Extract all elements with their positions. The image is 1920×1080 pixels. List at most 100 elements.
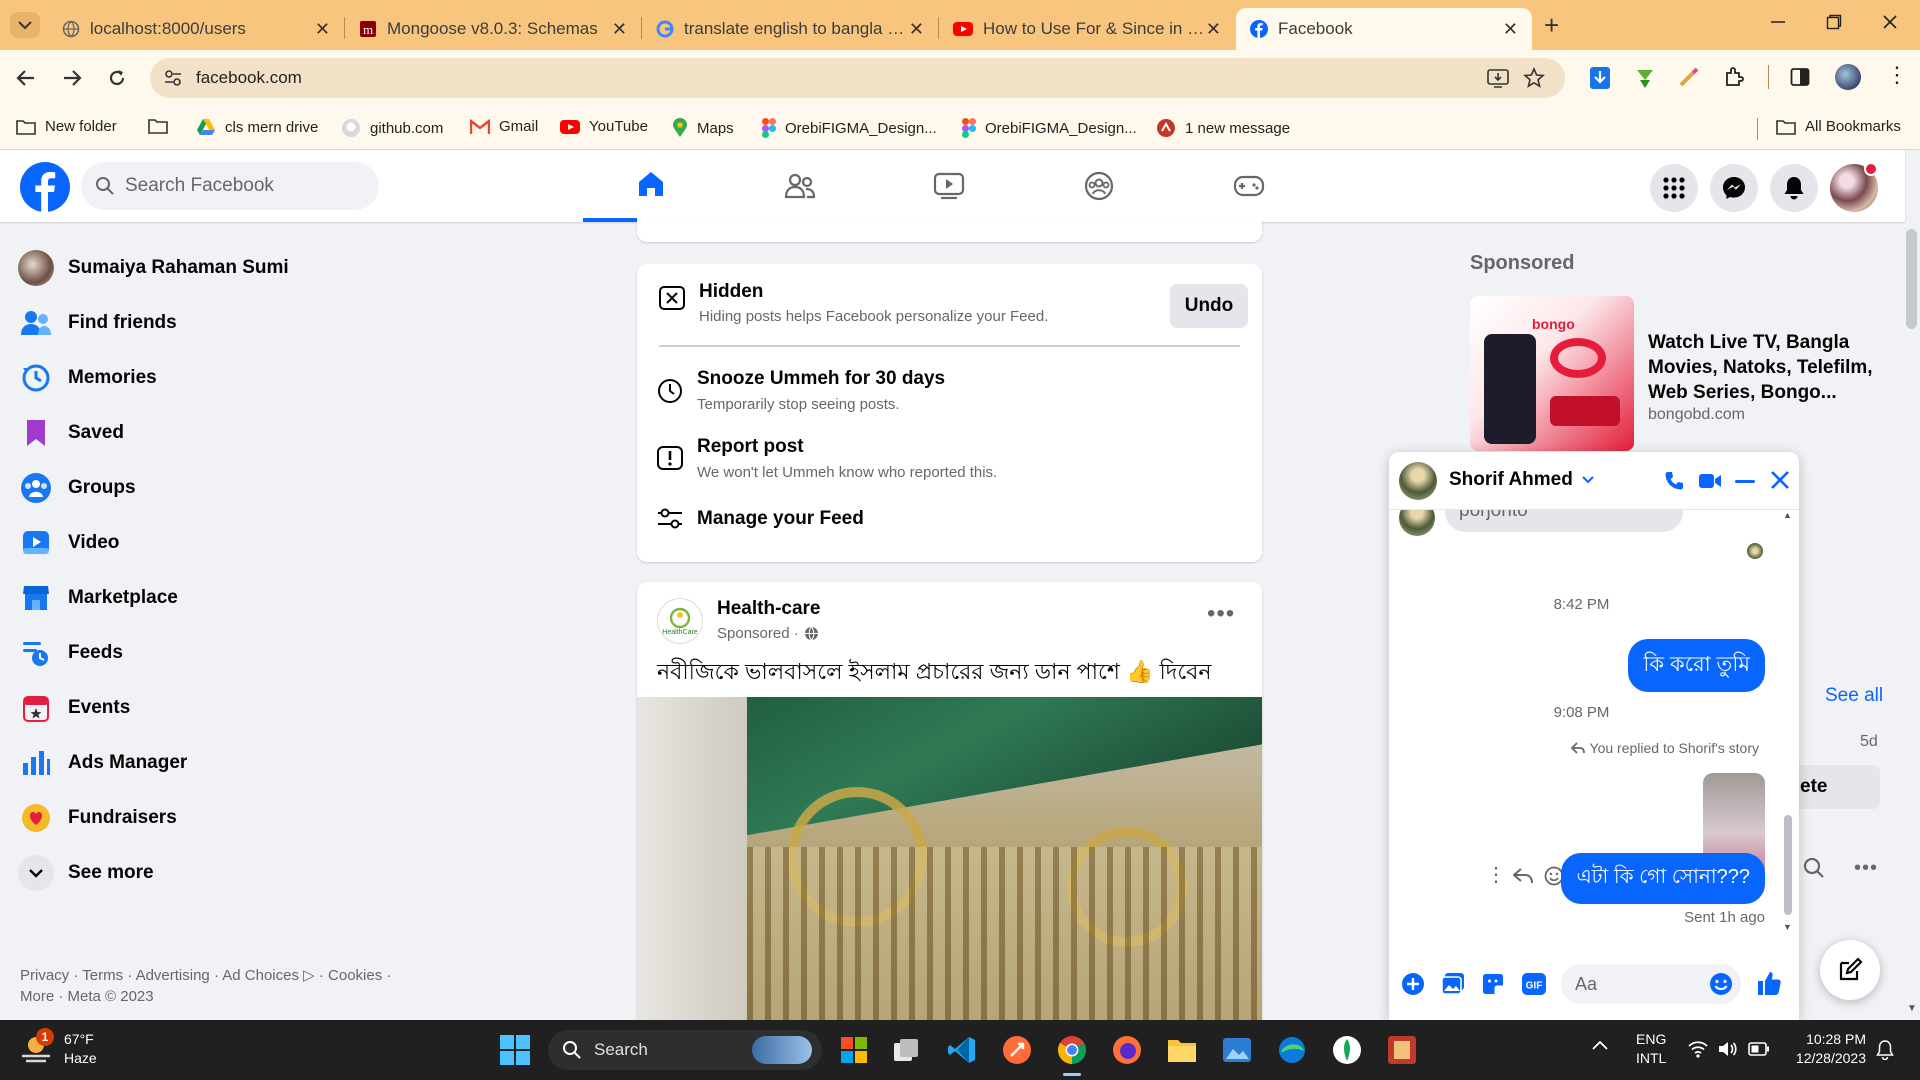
taskbar-task-view[interactable] — [889, 1032, 925, 1068]
tab-search-button[interactable] — [10, 12, 40, 38]
scroll-down-arrow[interactable]: ▼ — [1907, 1003, 1917, 1014]
post-image[interactable] — [637, 697, 1262, 1020]
address-bar[interactable]: facebook.com — [150, 58, 1565, 98]
taskbar-app-store[interactable] — [836, 1032, 872, 1068]
taskbar-app[interactable] — [1384, 1032, 1420, 1068]
color-picker-extension-icon[interactable] — [1678, 66, 1700, 88]
extensions-icon[interactable] — [1723, 66, 1745, 88]
page-scrollbar-track[interactable]: ▲ ▼ — [1903, 225, 1920, 1020]
contacts-options-button[interactable]: ••• — [1854, 858, 1878, 878]
new-tab-button[interactable]: + — [1544, 10, 1559, 41]
close-icon[interactable]: ✕ — [1206, 19, 1221, 40]
sidebar-see-more[interactable]: See more — [18, 848, 154, 898]
bookmark-item[interactable]: OrebiFIGMA_Design... — [762, 118, 937, 138]
nav-gaming[interactable] — [1181, 150, 1317, 222]
minimize-button[interactable] — [1770, 14, 1786, 30]
close-icon[interactable]: ✕ — [315, 19, 330, 40]
footer-links[interactable]: Privacy · Terms · Advertising · Ad Choic… — [20, 965, 391, 1007]
close-icon[interactable]: ✕ — [612, 19, 627, 40]
bookmark-item[interactable]: cls mern drive — [196, 118, 318, 136]
close-window-button[interactable] — [1882, 14, 1898, 30]
emoji-button[interactable] — [1709, 972, 1733, 996]
see-all-link[interactable]: See all — [1825, 685, 1883, 707]
ad-title[interactable]: Watch Live TV, Bangla Movies, Natoks, Te… — [1648, 330, 1878, 405]
more-actions-button[interactable] — [1401, 972, 1425, 996]
post-author[interactable]: Health-care — [717, 598, 821, 620]
tab-mongoose[interactable]: m Mongoose v8.0.3: Schemas ✕ — [345, 8, 641, 50]
sticker-button[interactable] — [1481, 972, 1505, 996]
reload-button[interactable] — [107, 68, 127, 88]
forward-button[interactable] — [62, 68, 82, 88]
bookmark-item[interactable]: github.com — [341, 118, 443, 138]
clock[interactable]: 10:28 PM 12/28/2023 — [1770, 1030, 1866, 1068]
tab-facebook[interactable]: Facebook ✕ — [1236, 8, 1532, 50]
restore-button[interactable] — [1826, 14, 1842, 30]
taskbar-chrome[interactable] — [1054, 1032, 1090, 1068]
sidebar-item-video[interactable]: Video — [18, 518, 119, 568]
weather-widget[interactable]: 1 — [18, 1028, 56, 1068]
bookmark-item[interactable]: Gmail — [470, 118, 538, 135]
sidebar-item-find-friends[interactable]: Find friends — [18, 298, 177, 348]
taskbar-file-explorer[interactable] — [1164, 1032, 1200, 1068]
sidebar-item-profile[interactable]: Sumaiya Rahaman Sumi — [18, 243, 289, 293]
download-extension-icon[interactable] — [1589, 66, 1611, 90]
browser-menu-icon[interactable]: ⋮ — [1886, 64, 1908, 86]
sidebar-item-groups[interactable]: Groups — [18, 463, 136, 513]
install-app-icon[interactable] — [1487, 68, 1509, 88]
message-more-icon[interactable]: ⋮ — [1486, 865, 1506, 885]
facebook-logo[interactable] — [20, 162, 70, 212]
bookmark-item[interactable]: New folder — [16, 118, 117, 135]
reply-icon[interactable] — [1513, 868, 1533, 884]
nav-video[interactable] — [881, 150, 1017, 222]
audio-call-button[interactable] — [1663, 470, 1685, 492]
all-bookmarks-button[interactable]: All Bookmarks — [1776, 118, 1901, 135]
bookmark-star-icon[interactable] — [1523, 67, 1545, 89]
bookmark-item[interactable]: Maps — [672, 118, 734, 138]
nav-groups[interactable] — [1031, 150, 1167, 222]
back-button[interactable] — [16, 68, 36, 88]
menu-button[interactable] — [1650, 164, 1698, 212]
page-scrollbar-thumb[interactable] — [1906, 229, 1917, 329]
profile-avatar[interactable] — [1835, 64, 1861, 90]
chat-scroll-down[interactable]: ▼ — [1783, 922, 1792, 932]
sidebar-item-memories[interactable]: Memories — [18, 353, 157, 403]
show-hidden-icons[interactable] — [1592, 1040, 1608, 1050]
nav-friends[interactable] — [732, 150, 868, 222]
sent-message[interactable]: এটা কি গো সোনা??? — [1561, 853, 1765, 904]
report-option[interactable]: Report post We won't let Ummeh know who … — [657, 436, 1242, 492]
close-icon[interactable]: ✕ — [1503, 19, 1518, 40]
delete-button[interactable]: ete — [1790, 765, 1880, 809]
undo-button[interactable]: Undo — [1170, 284, 1248, 328]
video-call-button[interactable] — [1698, 471, 1722, 491]
taskbar-firefox[interactable] — [1109, 1032, 1145, 1068]
sidebar-item-ads-manager[interactable]: Ads Manager — [18, 738, 187, 788]
bookmark-item[interactable]: OrebiFIGMA_Design... — [962, 118, 1137, 138]
health-care-logo[interactable]: HealthCare — [657, 598, 703, 644]
sent-message[interactable]: কি করো তুমি — [1628, 639, 1765, 692]
like-button[interactable] — [1756, 970, 1782, 996]
taskbar-edge-dev[interactable] — [1274, 1032, 1310, 1068]
chat-scrollbar-thumb[interactable] — [1784, 815, 1792, 915]
chat-scroll-up[interactable]: ▲ — [1783, 510, 1792, 520]
tab-localhost[interactable]: localhost:8000/users ✕ — [48, 8, 344, 50]
bookmark-item[interactable]: YouTube — [560, 118, 648, 135]
snooze-option[interactable]: Snooze Ummeh for 30 days Temporarily sto… — [657, 368, 1242, 424]
post-options-button[interactable]: ••• — [1207, 602, 1235, 626]
tab-google-translate[interactable]: translate english to bangla - Go ✕ — [642, 8, 938, 50]
gif-button[interactable]: GIF — [1521, 972, 1547, 996]
attach-image-button[interactable] — [1441, 972, 1465, 996]
taskbar-photos[interactable] — [1219, 1032, 1255, 1068]
search-contacts-button[interactable] — [1803, 857, 1825, 879]
taskbar-search[interactable]: Search — [548, 1030, 822, 1070]
chat-avatar[interactable] — [1399, 462, 1437, 500]
tab-youtube[interactable]: How to Use For & Since in Pres ✕ — [939, 8, 1235, 50]
site-info-icon[interactable] — [164, 69, 182, 87]
sidebar-item-fundraisers[interactable]: Fundraisers — [18, 793, 177, 843]
idm-extension-icon[interactable] — [1634, 66, 1656, 90]
sidebar-item-events[interactable]: Events — [18, 683, 130, 733]
taskbar-vscode[interactable] — [944, 1032, 980, 1068]
bookmark-item[interactable] — [148, 118, 177, 134]
start-button[interactable] — [497, 1032, 533, 1068]
side-panel-icon[interactable] — [1790, 67, 1810, 87]
close-chat-button[interactable] — [1770, 470, 1790, 490]
